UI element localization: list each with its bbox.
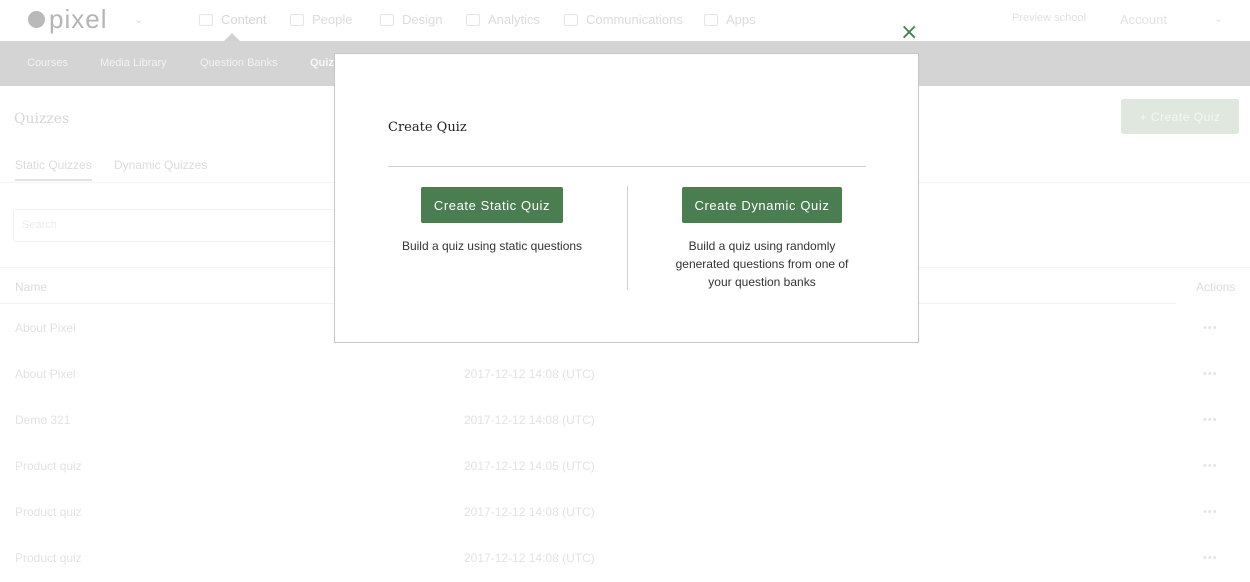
- create-quiz-button[interactable]: + Create Quiz: [1121, 99, 1239, 134]
- row-name[interactable]: About Pixel: [15, 367, 76, 381]
- logo-mark-icon: [28, 10, 45, 28]
- row-date: 2017-12-12 14:08 (UTC): [464, 551, 595, 565]
- chart-icon: [466, 13, 480, 26]
- modal-column-divider: [627, 186, 628, 290]
- nav-label: Design: [402, 12, 443, 27]
- static-quiz-description: Build a quiz using static questions: [387, 237, 597, 255]
- dynamic-quiz-description: Build a quiz using randomly generated qu…: [657, 237, 867, 291]
- row-date: 2017-12-12 14:08 (UTC): [464, 413, 595, 427]
- row-actions-icon[interactable]: •••: [1203, 460, 1218, 472]
- nav-label: Analytics: [488, 12, 541, 27]
- search-input[interactable]: Search: [13, 209, 353, 242]
- chat-icon: [564, 13, 578, 26]
- apps-icon: [704, 13, 718, 26]
- modal-title: Create Quiz: [388, 120, 467, 135]
- row-actions-icon[interactable]: •••: [1203, 368, 1218, 380]
- nav-label: Communications: [586, 12, 683, 27]
- nav-content[interactable]: Content: [199, 12, 267, 27]
- subnav-question-banks[interactable]: Question Banks: [200, 57, 278, 69]
- nav-label: Content: [221, 12, 267, 27]
- row-name[interactable]: Product quiz: [15, 459, 82, 473]
- create-dynamic-quiz-button[interactable]: Create Dynamic Quiz: [682, 187, 842, 223]
- account-chevron-icon[interactable]: ⌄: [1214, 12, 1223, 25]
- chevron-down-icon[interactable]: ⌄: [134, 13, 143, 26]
- create-static-quiz-button[interactable]: Create Static Quiz: [421, 187, 563, 223]
- row-name[interactable]: About Pixel: [15, 321, 76, 335]
- create-quiz-modal: Create Quiz Create Static Quiz Build a q…: [334, 53, 919, 343]
- tab-static-quizzes[interactable]: Static Quizzes: [15, 158, 92, 181]
- active-nav-pointer: [224, 33, 240, 41]
- nav-design[interactable]: Design: [380, 12, 442, 27]
- row-name[interactable]: Demo 321: [15, 413, 70, 427]
- page-title: Quizzes: [14, 111, 70, 127]
- row-name[interactable]: Product quiz: [15, 551, 82, 565]
- account-menu[interactable]: Account: [1120, 12, 1167, 27]
- tab-dynamic-quizzes[interactable]: Dynamic Quizzes: [114, 158, 207, 172]
- row-actions-icon[interactable]: •••: [1203, 414, 1218, 426]
- people-icon: [290, 13, 304, 26]
- nav-label: People: [312, 12, 353, 27]
- nav-label: Apps: [726, 12, 756, 27]
- preview-school-link[interactable]: Preview school: [1012, 12, 1086, 24]
- subnav-quizzes[interactable]: Quiz: [310, 57, 334, 69]
- logo-text: pixel: [49, 4, 108, 34]
- row-name[interactable]: Product quiz: [15, 505, 82, 519]
- logo[interactable]: pixel: [28, 5, 107, 33]
- row-date: 2017-12-12 14:08 (UTC): [464, 367, 595, 381]
- search-placeholder: Search: [22, 219, 57, 231]
- nav-analytics[interactable]: Analytics: [466, 12, 540, 27]
- column-header-actions: Actions: [1196, 280, 1236, 294]
- row-date: 2017-12-12 14:08 (UTC): [464, 505, 595, 519]
- pencil-icon: [199, 13, 213, 26]
- subnav-media-library[interactable]: Media Library: [100, 57, 167, 69]
- dynamic-desc-line: Build a quiz using randomly: [688, 239, 836, 253]
- dynamic-desc-line: your question banks: [708, 275, 816, 289]
- row-actions-icon[interactable]: •••: [1203, 506, 1218, 518]
- nav-apps[interactable]: Apps: [704, 12, 756, 27]
- row-actions-icon[interactable]: •••: [1203, 322, 1218, 334]
- dynamic-desc-line: generated questions from one of: [675, 257, 849, 271]
- modal-title-divider: [388, 166, 866, 167]
- top-nav: pixel ⌄ Content People Design Analytics …: [0, 0, 1250, 41]
- brush-icon: [380, 13, 394, 26]
- nav-people[interactable]: People: [290, 12, 352, 27]
- column-header-name[interactable]: Name: [15, 280, 47, 294]
- row-actions-icon[interactable]: •••: [1203, 552, 1218, 564]
- static-desc-line: Build a quiz using static questions: [401, 239, 583, 253]
- nav-communications[interactable]: Communications: [564, 12, 683, 27]
- subnav-courses[interactable]: Courses: [27, 57, 68, 69]
- row-date: 2017-12-12 14:05 (UTC): [464, 459, 595, 473]
